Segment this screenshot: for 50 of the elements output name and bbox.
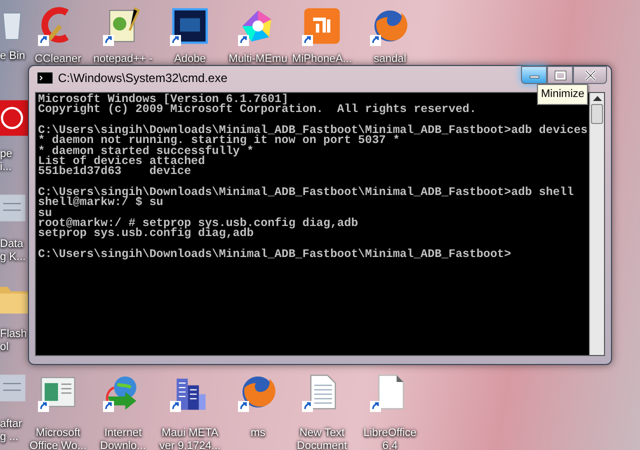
minimize-button[interactable]	[521, 66, 547, 84]
dark-tile-icon	[170, 6, 210, 46]
icon-label[interactable]: Microsoft Office Wo...	[29, 427, 87, 450]
icon-label[interactable]: Adobe	[174, 53, 206, 66]
maximize-icon	[552, 70, 568, 80]
shortcut-arrow-icon	[238, 401, 249, 412]
shortcut-arrow-icon	[170, 401, 181, 412]
close-button[interactable]	[573, 66, 607, 84]
icon-label[interactable]: ms	[250, 427, 266, 440]
shortcut-arrow-icon	[38, 35, 49, 46]
console-icon	[37, 72, 53, 84]
shortcut-arrow-icon	[302, 401, 313, 412]
icon-label[interactable]: Maui META ver 9.1724...	[159, 427, 221, 450]
console-line: su	[38, 208, 52, 219]
shortcut-arrow-icon	[302, 35, 313, 46]
console-line: C:\Users\singih\Downloads\Minimal_ADB_Fastboot\Minimal_ADB_Fastboot>	[38, 250, 512, 260]
console-line: setprop sys.usb.config diag,adb	[38, 229, 254, 240]
console-line: C:\Users\singih\Downloads\Minimal_ADB_Fastboot\Minimal_ADB_Fastboot>adb shell	[38, 188, 575, 198]
shortcut-arrow-icon	[103, 401, 114, 412]
console-line: Copyright (c) 2009 Microsoft Corporation. All rights reserved.	[38, 105, 478, 116]
icon-label[interactable]: Internet Downlo...	[100, 427, 146, 450]
icon-label[interactable]: sandal	[374, 53, 406, 66]
icon-label[interactable]: New Text Document	[296, 427, 348, 450]
console-line: shell@markw:/ $ su	[38, 198, 164, 209]
logo-tile-icon	[302, 6, 342, 46]
icon-label[interactable]: Flash ol	[0, 328, 24, 354]
tooltip: Minimize	[537, 84, 588, 104]
icon-label[interactable]: e Bin	[0, 50, 24, 63]
icon-label[interactable]: aftar g ...	[0, 418, 24, 444]
shortcut-arrow-icon	[170, 35, 181, 46]
shortcut-arrow-icon	[103, 35, 114, 46]
scrollbar[interactable]	[589, 93, 604, 355]
shortcut-arrow-icon	[370, 401, 381, 412]
shortcut-arrow-icon	[370, 35, 381, 46]
scroll-up-icon	[592, 95, 602, 101]
icon-label[interactable]: CCleaner	[34, 53, 82, 66]
console-line: 551be1d37d63 device	[38, 167, 192, 178]
window-title: C:\Windows\System32\cmd.exe	[58, 70, 228, 87]
icon-label[interactable]: notepad++ -	[93, 53, 153, 66]
console-line: C:\Users\singih\Downloads\Minimal_ADB_Fastboot\Minimal_ADB_Fastboot>adb devices	[38, 126, 589, 136]
shortcut-arrow-icon	[38, 401, 49, 412]
maximize-button[interactable]	[547, 66, 573, 84]
icon-label[interactable]: pe i...	[0, 148, 24, 174]
shortcut-arrow-icon	[238, 35, 249, 46]
icon-label[interactable]: Data g K...	[0, 238, 24, 264]
icon-label[interactable]: MiPhoneA...	[292, 53, 352, 66]
icon-label[interactable]: LibreOffice 6.4	[364, 427, 416, 450]
scroll-thumb[interactable]	[591, 104, 603, 124]
icon-label[interactable]: Multi-MEmu	[228, 53, 288, 66]
console-line: * daemon not running. starting it now on port 5037 *	[38, 136, 400, 147]
